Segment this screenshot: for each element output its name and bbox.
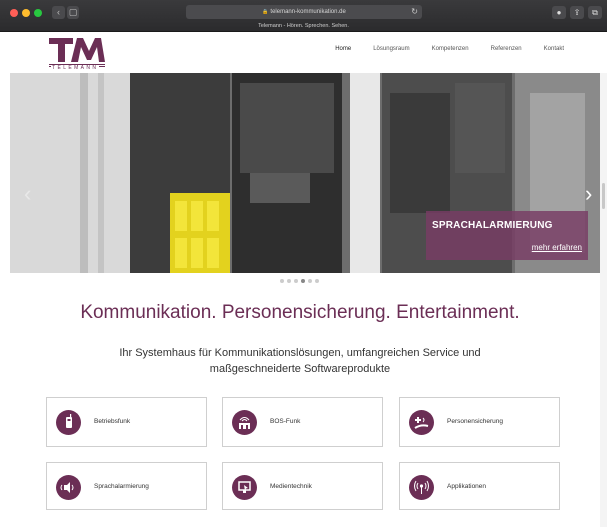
- slider-dot[interactable]: [287, 279, 291, 283]
- tile-label: Sprachalarmierung: [94, 483, 149, 490]
- tile-label: Betriebsfunk: [94, 418, 131, 425]
- tile-label: Personensicherung: [447, 418, 504, 425]
- nav-kontakt[interactable]: Kontakt: [544, 46, 564, 52]
- main-subline: Ihr Systemhaus für Kommunikationslösunge…: [119, 347, 481, 375]
- speaker-icon: [56, 475, 81, 500]
- tile-personensicherung[interactable]: Personensicherung: [399, 397, 560, 447]
- slider-dots: [280, 279, 319, 283]
- close-window-icon[interactable]: [10, 9, 18, 17]
- tile-label: BOS-Funk: [270, 418, 301, 425]
- url-text: telemann-kommunikation.de: [270, 9, 346, 15]
- nav-loesungsraum[interactable]: Lösungsraum: [373, 46, 409, 52]
- tab-title[interactable]: Telemann - Hören. Sprechen. Sehen.: [0, 21, 607, 32]
- tile-sprachalarmierung[interactable]: Sprachalarmierung: [46, 462, 207, 510]
- fire-station-icon: [232, 410, 257, 435]
- nav-kompetenzen[interactable]: Kompetenzen: [432, 46, 469, 52]
- main-navigation: Home Lösungsraum Kompetenzen Referenzen …: [335, 46, 564, 52]
- slider-prev-arrow[interactable]: ‹: [24, 181, 31, 207]
- tile-label: Applikationen: [447, 483, 487, 490]
- tile-applikationen[interactable]: Applikationen: [399, 462, 560, 510]
- broadcast-icon: [409, 475, 434, 500]
- screen-pointer-icon: [232, 475, 257, 500]
- slider-dot[interactable]: [315, 279, 319, 283]
- maximize-window-icon[interactable]: [34, 9, 42, 17]
- slider-dot[interactable]: [308, 279, 312, 283]
- caption-title: SPRACHALARMIERUNG: [432, 220, 553, 231]
- hero-slider: ‹ › SPRACHALARMIERUNG mehr erfahren: [10, 73, 600, 273]
- person-alarm-icon: [409, 410, 434, 435]
- browser-chrome: ‹ ▢ 🔒 telemann-kommunikation.de ↻ ● ⇪ ⧉ T…: [0, 0, 607, 32]
- slider-dot[interactable]: [280, 279, 284, 283]
- reload-icon[interactable]: ↻: [411, 5, 418, 19]
- scrollbar-thumb[interactable]: [602, 183, 605, 209]
- sidebar-toggle-icon[interactable]: ▢: [67, 6, 79, 19]
- minimize-window-icon[interactable]: [22, 9, 30, 17]
- lock-icon: 🔒: [262, 9, 269, 15]
- nav-referenzen[interactable]: Referenzen: [491, 46, 522, 52]
- slider-dot[interactable]: [294, 279, 298, 283]
- tabs-icon[interactable]: ⧉: [588, 6, 602, 19]
- tile-label: Medientechnik: [270, 483, 312, 490]
- tile-bos-funk[interactable]: BOS-Funk: [222, 397, 383, 447]
- page-scrollbar[interactable]: [600, 73, 607, 527]
- tile-medientechnik[interactable]: Medientechnik: [222, 462, 383, 510]
- slider-dot-active[interactable]: [301, 279, 305, 283]
- slide-caption: SPRACHALARMIERUNG mehr erfahren: [426, 211, 588, 260]
- slider-next-arrow[interactable]: ›: [585, 181, 592, 207]
- tile-betriebsfunk[interactable]: Betriebsfunk: [46, 397, 207, 447]
- url-bar[interactable]: 🔒 telemann-kommunikation.de ↻: [186, 5, 422, 19]
- caption-more-link[interactable]: mehr erfahren: [532, 243, 582, 252]
- nav-home[interactable]: Home: [335, 46, 351, 52]
- radio-handset-icon: [56, 410, 81, 435]
- main-headline: Kommunikation. Personensicherung. Entert…: [80, 302, 520, 323]
- logo-text: TELEMANN: [51, 65, 100, 71]
- site-header: TELEMANN Home Lösungsraum Kompetenzen Re…: [0, 32, 600, 74]
- telemann-logo[interactable]: TELEMANN: [47, 35, 107, 71]
- share-icon[interactable]: ⇪: [570, 6, 584, 19]
- back-button[interactable]: ‹: [52, 6, 65, 19]
- extension-icon[interactable]: ●: [552, 6, 566, 19]
